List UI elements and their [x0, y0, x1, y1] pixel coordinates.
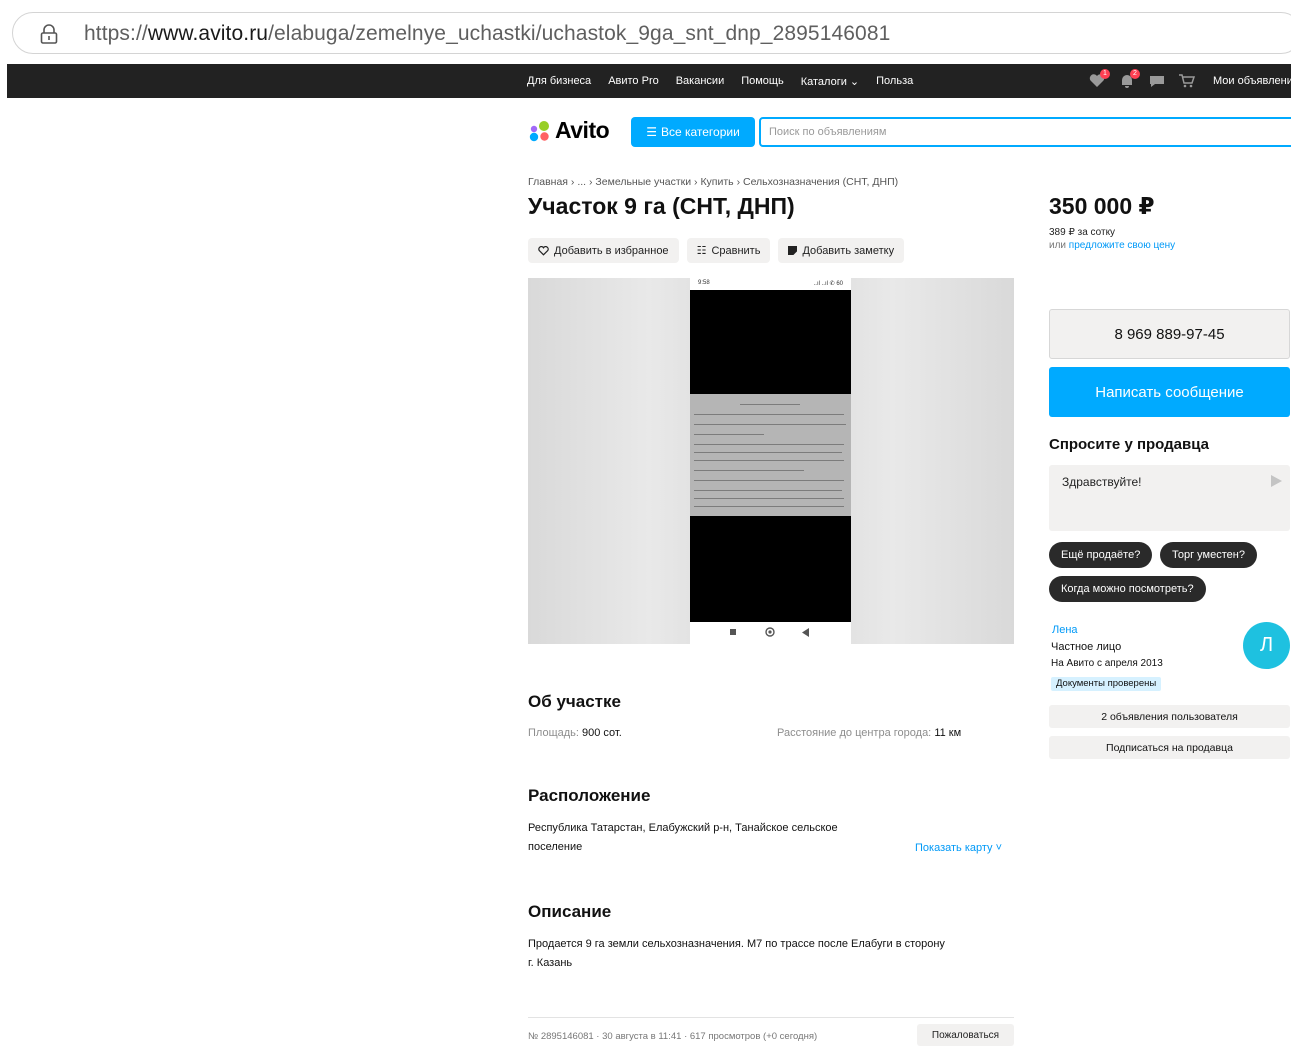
nav-link-business[interactable]: Для бизнеса — [527, 75, 591, 87]
seller-ads-button[interactable]: 2 объявления пользователя — [1049, 705, 1290, 728]
send-icon[interactable] — [1271, 475, 1282, 487]
nav-link-benefit[interactable]: Польза — [876, 75, 913, 87]
my-ads-link[interactable]: Мои объявления — [1213, 75, 1291, 87]
chevron-down-icon: ˅ — [992, 842, 1003, 854]
documents-verified-badge: Документы проверены — [1051, 677, 1162, 691]
phone-status-bar: 9:58 ..ıl ..ıl ✆ 60 — [690, 278, 851, 290]
description-title: Описание — [528, 902, 612, 921]
seller-type: Частное лицо — [1051, 641, 1122, 653]
heart-outline-icon — [538, 245, 549, 256]
compare-button[interactable]: ☷ Сравнить — [686, 238, 771, 263]
breadcrumb-agricultural[interactable]: Сельхозназначения (СНТ, ДНП) — [743, 176, 898, 188]
listing-actions: Добавить в избранное ☷ Сравнить Добавить… — [528, 238, 905, 263]
phone-nav-bar — [690, 622, 851, 644]
back-triangle-icon — [802, 628, 809, 637]
photo-gallery[interactable]: 9:58 ..ıl ..ıl ✆ 60 — [528, 278, 1014, 644]
about-title: Об участке — [528, 692, 621, 711]
logo-text: Avito — [555, 117, 610, 143]
nav-link-catalogs[interactable]: Каталоги ⌄ — [801, 75, 859, 88]
favorites-badge: 1 — [1100, 69, 1110, 79]
offer-price-line: или предложите свою цену — [1049, 240, 1176, 251]
show-map-link[interactable]: Показать карту ˅ — [915, 842, 1002, 854]
chip-when-view[interactable]: Когда можно посмотреть? — [1049, 576, 1206, 602]
circle-icon — [765, 627, 775, 637]
add-note-label: Добавить заметку — [802, 244, 895, 257]
add-note-button[interactable]: Добавить заметку — [778, 238, 905, 263]
ask-seller-input[interactable]: Здравствуйте! — [1049, 465, 1290, 531]
messages-icon[interactable] — [1149, 74, 1165, 88]
page-title: Участок 9 га (СНТ, ДНП) — [528, 193, 795, 219]
distance-value: 11 км — [934, 727, 962, 739]
show-phone-button[interactable]: 8 969 889-97-45 — [1049, 309, 1290, 359]
area-value: 900 сот. — [582, 727, 622, 739]
ask-seller-text: Здравствуйте! — [1062, 475, 1142, 489]
cart-icon[interactable] — [1179, 74, 1196, 88]
notifications-bell-icon[interactable]: 2 — [1119, 69, 1140, 88]
chip-bargain[interactable]: Торг уместен? — [1160, 542, 1257, 568]
address-text: Республика Татарстан, Елабужский р-н, Та… — [528, 822, 838, 853]
avito-logo-icon — [529, 120, 549, 141]
favorites-heart-icon[interactable]: 1 — [1089, 69, 1110, 88]
price: 350 000 ₽ — [1049, 193, 1155, 219]
listing-photo: 9:58 ..ıl ..ıl ✆ 60 — [690, 278, 851, 644]
menu-search-icon: ☰ — [646, 125, 657, 139]
note-icon — [788, 246, 798, 255]
chevron-down-icon: ⌄ — [846, 75, 860, 88]
description-text: Продается 9 га земли сельхозназначения. … — [528, 938, 945, 969]
avito-logo[interactable]: Avito — [528, 117, 610, 144]
price-per-sotka: 389 ₽ за сотку — [1049, 227, 1116, 238]
square-icon — [730, 629, 736, 635]
add-to-favorites-button[interactable]: Добавить в избранное — [528, 238, 679, 263]
all-categories-button[interactable]: ☰ Все категории — [631, 117, 755, 147]
browser-address-bar: https://www.avito.ru/elabuga/zemelnye_uc… — [0, 0, 1291, 64]
document-photo — [690, 394, 851, 516]
url-text[interactable]: https://www.avito.ru/elabuga/zemelnye_uc… — [84, 22, 890, 46]
chip-still-selling[interactable]: Ещё продаёте? — [1049, 542, 1153, 568]
write-message-button[interactable]: Написать сообщение — [1049, 367, 1290, 417]
breadcrumb-buy[interactable]: Купить — [700, 176, 733, 188]
nav-link-avito-pro[interactable]: Авито Pro — [608, 75, 659, 87]
seller-since: На Авито с апреля 2013 — [1051, 658, 1163, 669]
add-to-favorites-label: Добавить в избранное — [554, 244, 669, 257]
ask-seller-title: Спросите у продавца — [1049, 436, 1209, 453]
nav-link-vacancies[interactable]: Вакансии — [676, 75, 725, 87]
breadcrumb: Главная › ... › Земельные участки › Купи… — [528, 176, 898, 188]
nav-link-help[interactable]: Помощь — [741, 75, 784, 87]
subscribe-seller-button[interactable]: Подписаться на продавца — [1049, 736, 1290, 759]
avatar[interactable]: Л — [1243, 622, 1290, 669]
divider — [528, 1017, 1014, 1018]
top-navigation: Для бизнеса Авито Pro Вакансии Помощь Ка… — [7, 64, 1291, 98]
seller-name-link[interactable]: Лена — [1052, 624, 1078, 636]
location-title: Расположение — [528, 786, 651, 805]
all-categories-label: Все категории — [660, 125, 740, 139]
notifications-badge: 2 — [1130, 69, 1140, 79]
listing-meta: № 2895146081 · 30 августа в 11:41 · 617 … — [528, 1031, 818, 1042]
distance-param: Расстояние до центра города: 11 км — [777, 724, 961, 743]
compare-icon: ☷ — [696, 245, 707, 257]
area-label: Площадь: — [528, 727, 579, 739]
breadcrumb-land-plots[interactable]: Земельные участки — [595, 176, 691, 188]
search-input[interactable]: Поиск по объявлениям — [759, 117, 1291, 147]
area-param: Площадь: 900 сот. — [528, 724, 622, 743]
breadcrumb-ellipsis[interactable]: ... — [577, 176, 586, 188]
compare-label: Сравнить — [711, 244, 761, 257]
breadcrumb-home[interactable]: Главная — [528, 176, 568, 188]
distance-label: Расстояние до центра города: — [777, 727, 932, 739]
lock-icon — [40, 24, 58, 44]
offer-price-link[interactable]: предложите свою цену — [1069, 240, 1175, 251]
